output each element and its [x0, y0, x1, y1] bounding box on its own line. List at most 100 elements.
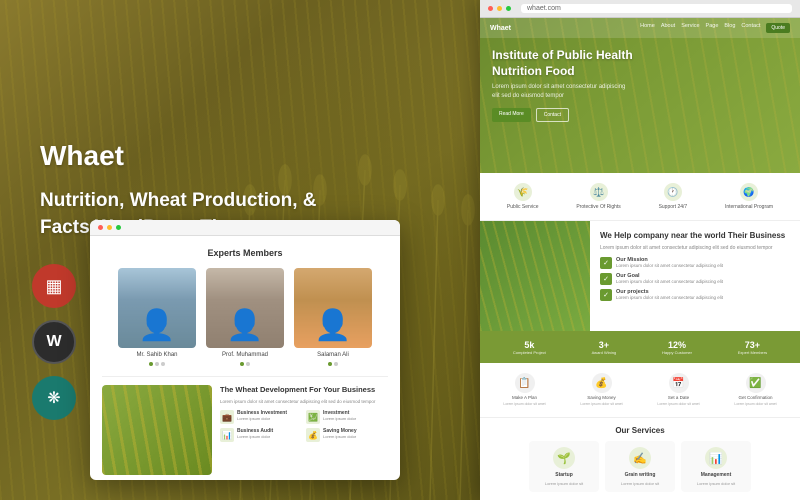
step-label-3: Set a Date — [668, 395, 689, 400]
experts-section-title: Experts Members — [102, 248, 388, 258]
left-mockup-window: Experts Members Mr. Sahib Khan Prof. Muh… — [90, 220, 400, 480]
international-icon: 🌍 — [740, 183, 758, 201]
browser-minimize[interactable] — [497, 6, 502, 11]
projects-icon: ✓ — [600, 289, 612, 301]
service-name-3: Management — [701, 472, 732, 478]
site-name: Whaet — [40, 140, 340, 172]
service-name-2: Grain writing — [625, 472, 656, 478]
website-preview: Whaet Home About Service Page Blog Conta… — [480, 18, 800, 500]
stat-label-1: Completed Project — [513, 350, 546, 355]
expert-name-2: Prof. Muhammad — [222, 352, 268, 358]
envato-icon[interactable]: ❋ — [32, 376, 76, 420]
nav-service[interactable]: Service — [681, 23, 699, 33]
expert-photo-1 — [118, 268, 196, 348]
business-investment-icon: 💼 — [220, 410, 234, 424]
goal-icon: ✓ — [600, 273, 612, 285]
mission-item-1: ✓ Our Mission Lorem ipsum dolor sit amet… — [600, 257, 790, 269]
wordpress-icon[interactable]: W — [32, 320, 76, 364]
hero-buttons: Read More Contact — [492, 108, 652, 122]
nav-quote-button[interactable]: Quote — [766, 23, 790, 33]
public-service-icon: 🌾 — [514, 183, 532, 201]
service-card-startup: 🌱 Startup Lorem ipsum dolor sit — [529, 441, 599, 492]
hero-read-more-button[interactable]: Read More — [492, 108, 531, 122]
step-date: 📅 Set a Date Lorem ipsum dolor sit amet — [657, 373, 699, 407]
investment-icon: 💹 — [306, 410, 320, 424]
mockup-body: Experts Members Mr. Sahib Khan Prof. Muh… — [90, 236, 400, 480]
wheat-feature-2: 💹 Investment Lorem ipsum dolor — [306, 410, 388, 424]
stat-num-4: 73+ — [745, 340, 760, 350]
nav-links: Home About Service Page Blog Contact Quo… — [640, 23, 790, 33]
step-desc-1: Lorem ipsum dolor sit amet — [503, 402, 545, 407]
stat-completed: 5k Completed Project — [513, 340, 546, 355]
wheat-section-title: The Wheat Development For Your Business — [220, 385, 388, 395]
wf-desc-2: Lorem ipsum dolor — [323, 416, 356, 421]
services-grid: 🌱 Startup Lorem ipsum dolor sit ✍️ Grain… — [490, 441, 790, 492]
service-desc-3: Lorem ipsum dolor sit — [697, 481, 735, 486]
expert-name-3: Salaman Ali — [317, 352, 349, 358]
mission-desc-3: Lorem ipsum dolor sit amet consectetur a… — [616, 295, 723, 301]
stat-happy: 12% Happy Customer — [662, 340, 692, 355]
mission-icon: ✓ — [600, 257, 612, 269]
mission-item-2: ✓ Our Goal Lorem ipsum dolor sit amet co… — [600, 273, 790, 285]
wheat-section-text: Lorem ipsum dolor sit amet consectetur a… — [220, 399, 388, 405]
services-section: Our Services 🌱 Startup Lorem ipsum dolor… — [480, 418, 800, 500]
wheat-feature-4: 💰 Saving Money Lorem ipsum dolor — [306, 428, 388, 442]
feature-public-service: 🌾 Public Service — [507, 183, 539, 210]
confirm-icon: ✅ — [746, 373, 766, 393]
step-label-4: Get Confirmation — [738, 395, 772, 400]
mid-title: We Help company near the world Their Bus… — [600, 231, 790, 240]
nav-logo: Whaet — [490, 25, 511, 32]
service-name-1: Startup — [555, 472, 573, 478]
wheat-feature-1: 💼 Business Investment Lorem ipsum dolor — [220, 410, 302, 424]
maximize-dot — [116, 225, 121, 230]
wf-desc-1: Lorem ipsum dolor — [237, 416, 287, 421]
browser-url-bar[interactable]: whaet.com — [521, 4, 792, 13]
stat-num-3: 12% — [668, 340, 686, 350]
close-dot — [98, 225, 103, 230]
wf-desc-4: Lorem ipsum dolor — [323, 434, 357, 439]
nav-home[interactable]: Home — [640, 23, 655, 33]
expert-dots-2 — [240, 362, 250, 366]
hero-text-block: Institute of Public Health Nutrition Foo… — [492, 48, 652, 122]
wheat-field-image — [102, 385, 212, 475]
saving-step-icon: 💰 — [592, 373, 612, 393]
saving-icon: 💰 — [306, 428, 320, 442]
step-label-1: Make A Plan — [512, 395, 537, 400]
browser-close[interactable] — [488, 6, 493, 11]
audit-icon: 📊 — [220, 428, 234, 442]
service-desc-1: Lorem ipsum dolor sit — [545, 481, 583, 486]
expert-dots-1 — [149, 362, 165, 366]
writing-icon: ✍️ — [629, 447, 651, 469]
wheat-feature-3: 📊 Business Audit Lorem ipsum dolor — [220, 428, 302, 442]
expert-name-1: Mr. Sahib Khan — [136, 352, 177, 358]
wheat-content: The Wheat Development For Your Business … — [212, 385, 388, 475]
expert-card-3: Salaman Ali — [293, 268, 373, 366]
mid-field-image — [480, 221, 590, 331]
feature-international: 🌍 International Program — [725, 183, 773, 210]
rights-icon: ⚖️ — [590, 183, 608, 201]
mockup-browser-chrome — [90, 220, 400, 236]
hero-contact-button[interactable]: Contact — [536, 108, 569, 122]
step-saving: 💰 Saving Money Lorem ipsum dolor sit ame… — [580, 373, 622, 407]
browser-maximize[interactable] — [506, 6, 511, 11]
wheat-features-grid: 💼 Business Investment Lorem ipsum dolor … — [220, 410, 388, 442]
management-icon: 📊 — [705, 447, 727, 469]
right-browser-panel: whaet.com Whaet Home About Service Page … — [480, 0, 800, 500]
mission-item-3: ✓ Our projects Lorem ipsum dolor sit ame… — [600, 289, 790, 301]
menubar-icon[interactable]: ▦ — [32, 264, 76, 308]
step-desc-3: Lorem ipsum dolor sit amet — [657, 402, 699, 407]
nav-contact[interactable]: Contact — [741, 23, 760, 33]
stat-award: 3+ Award Wining — [592, 340, 617, 355]
stat-num-1: 5k — [524, 340, 534, 350]
nav-page[interactable]: Page — [706, 23, 719, 33]
service-desc-2: Lorem ipsum dolor sit — [621, 481, 659, 486]
nav-blog[interactable]: Blog — [724, 23, 735, 33]
feature-label-1: Public Service — [507, 204, 539, 210]
wheat-development-section: The Wheat Development For Your Business … — [102, 376, 388, 475]
browser-chrome-bar: whaet.com — [480, 0, 800, 18]
step-plan: 📋 Make A Plan Lorem ipsum dolor sit amet — [503, 373, 545, 407]
hero-subtitle: Lorem ipsum dolor sit amet consectetur a… — [492, 83, 632, 100]
expert-card-1: Mr. Sahib Khan — [117, 268, 197, 366]
features-row: 🌾 Public Service ⚖️ Protective Of Rights… — [480, 173, 800, 221]
nav-about[interactable]: About — [661, 23, 675, 33]
